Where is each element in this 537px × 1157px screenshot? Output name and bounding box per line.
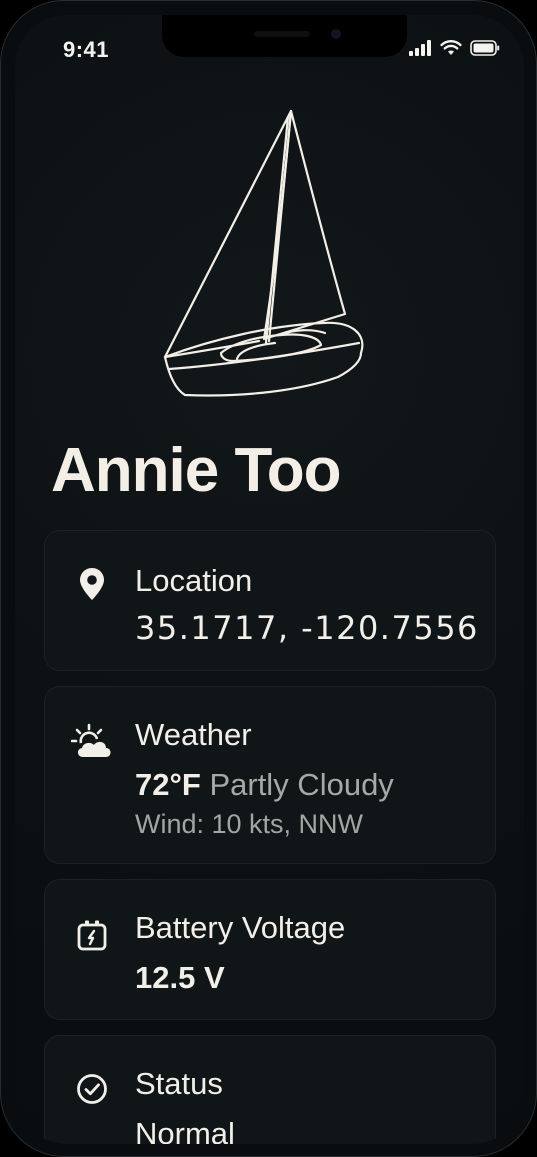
front-camera [331,29,341,39]
boat-name: Annie Too [51,436,341,505]
cellular-signal-icon [409,40,431,56]
status-card[interactable]: Status Normal [44,1035,496,1144]
weather-card[interactable]: Weather 72°F Partly Cloudy Wind: 10 kts,… [44,686,496,864]
battery-title: Battery Voltage [135,910,346,945]
notch [162,15,407,57]
weather-temperature: 72°F [135,767,201,802]
location-title: Location [135,563,253,598]
phone-frame: 9:41 Annie Too Location 35.1717, -120.75… [0,0,537,1157]
check-circle-icon [75,1072,109,1106]
weather-conditions: Partly Cloudy [209,767,394,802]
status-bar-icons [408,40,500,56]
battery-icon [75,918,109,952]
weather-title: Weather [135,717,252,752]
partly-cloudy-icon [71,722,113,760]
location-card[interactable]: Location 35.1717, -120.7556 [44,530,496,671]
status-bar-time: 9:41 [63,37,110,62]
earpiece-speaker [254,31,310,37]
status-value: Normal [135,1116,235,1144]
wifi-icon [440,40,462,55]
battery-voltage-value: 12.5 V [135,960,225,995]
sailboat-illustration [163,109,364,397]
location-pin-icon [75,567,109,601]
battery-status-icon [470,40,500,56]
battery-card[interactable]: Battery Voltage 12.5 V [44,879,496,1020]
app-screen: 9:41 Annie Too Location 35.1717, -120.75… [15,15,524,1144]
weather-wind: Wind: 10 kts, NNW [135,809,364,839]
location-coordinates: 35.1717, -120.7556 [135,609,479,647]
status-title: Status [135,1066,223,1101]
weather-summary: 72°F Partly Cloudy [135,767,394,803]
